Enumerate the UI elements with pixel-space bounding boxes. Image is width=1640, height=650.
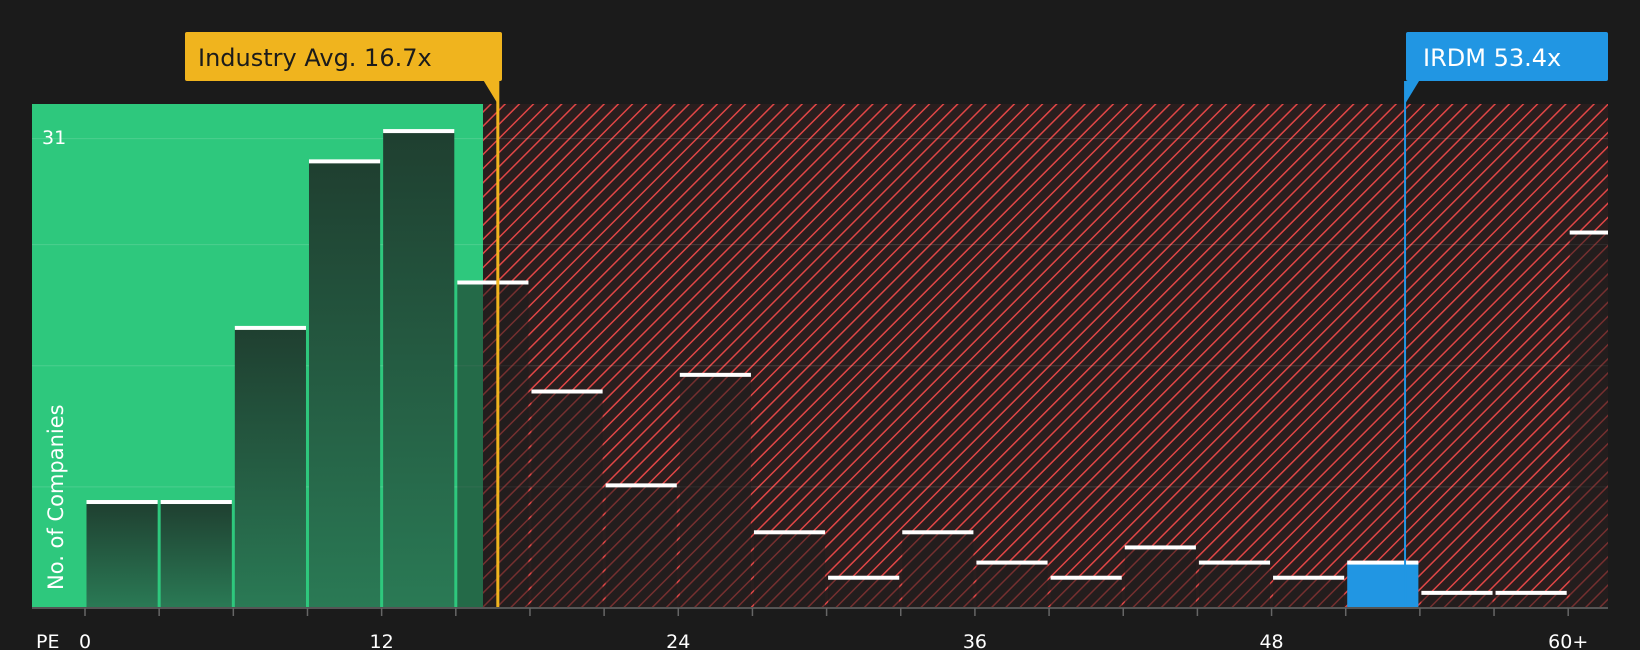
histogram-bar: [1050, 577, 1122, 608]
histogram-bar: [383, 131, 455, 608]
histogram-bar: [86, 502, 158, 608]
bar-top-cap: [976, 560, 1048, 565]
bar-top-cap: [828, 575, 900, 580]
x-axis-title: PE: [36, 631, 59, 650]
x-tick-label: 24: [666, 631, 690, 650]
bar-top-cap: [308, 159, 381, 164]
histogram-bar: [902, 532, 974, 608]
company-pe-pointer: [1405, 81, 1420, 104]
histogram-bar: [1347, 562, 1419, 608]
bar-top-cap: [1495, 590, 1567, 595]
y-tick-label: 31: [42, 127, 66, 149]
histogram-bar: [160, 502, 232, 608]
bar-top-cap: [1421, 590, 1493, 595]
bar-top-cap: [160, 500, 232, 505]
histogram-bar: [1124, 547, 1196, 608]
bar-top-cap: [1050, 575, 1122, 580]
histogram-bar: [234, 327, 306, 608]
bar-top-cap: [457, 280, 529, 285]
histogram-bar: [531, 391, 603, 608]
histogram-bar: [1273, 577, 1345, 608]
histogram-bar: [1421, 592, 1493, 608]
histogram-bar: [1569, 232, 1608, 608]
industry-avg-label: Industry Avg. 16.7x: [198, 44, 432, 72]
bar-top-cap: [86, 500, 158, 505]
histogram-bar: [308, 161, 381, 608]
histogram-bar: [679, 374, 751, 608]
bar-top-cap: [1273, 575, 1345, 580]
x-tick-label: 36: [963, 631, 987, 650]
histogram-bar: [1198, 562, 1271, 608]
bar-top-cap: [902, 530, 974, 535]
histogram-bar: [457, 282, 529, 608]
bar-top-cap: [1347, 560, 1419, 565]
company-callout: IRDM 53.4x: [1406, 32, 1608, 81]
industry-avg-callout: Industry Avg. 16.7x: [185, 32, 502, 81]
bar-top-cap: [753, 530, 826, 535]
histogram-bar: [1495, 592, 1567, 608]
company-pe-label: IRDM 53.4x: [1423, 44, 1561, 72]
pe-distribution-chart: 0 12 24 36 48 60+ No. of Companies 31 PE Indu…: [32, 32, 1609, 650]
x-tick-label: 12: [370, 631, 394, 650]
bar-top-cap: [605, 483, 677, 488]
bar-top-cap: [1198, 560, 1271, 565]
industry-avg-pointer: [483, 81, 498, 104]
bar-top-cap: [1569, 230, 1608, 235]
histogram-bar: [976, 562, 1048, 608]
bar-top-cap: [383, 129, 455, 134]
bar-top-cap: [234, 325, 306, 330]
histogram-bar: [753, 532, 826, 608]
bar-top-cap: [679, 372, 751, 377]
histogram-bar: [828, 577, 900, 608]
bar-top-cap: [1124, 545, 1196, 550]
x-tick-label: 48: [1259, 631, 1283, 650]
x-tick-label: 0: [79, 631, 91, 650]
y-axis-title: No. of Companies: [44, 404, 68, 590]
bar-top-cap: [531, 389, 603, 394]
x-tick-label: 60+: [1548, 631, 1588, 650]
histogram-bar: [605, 485, 677, 608]
